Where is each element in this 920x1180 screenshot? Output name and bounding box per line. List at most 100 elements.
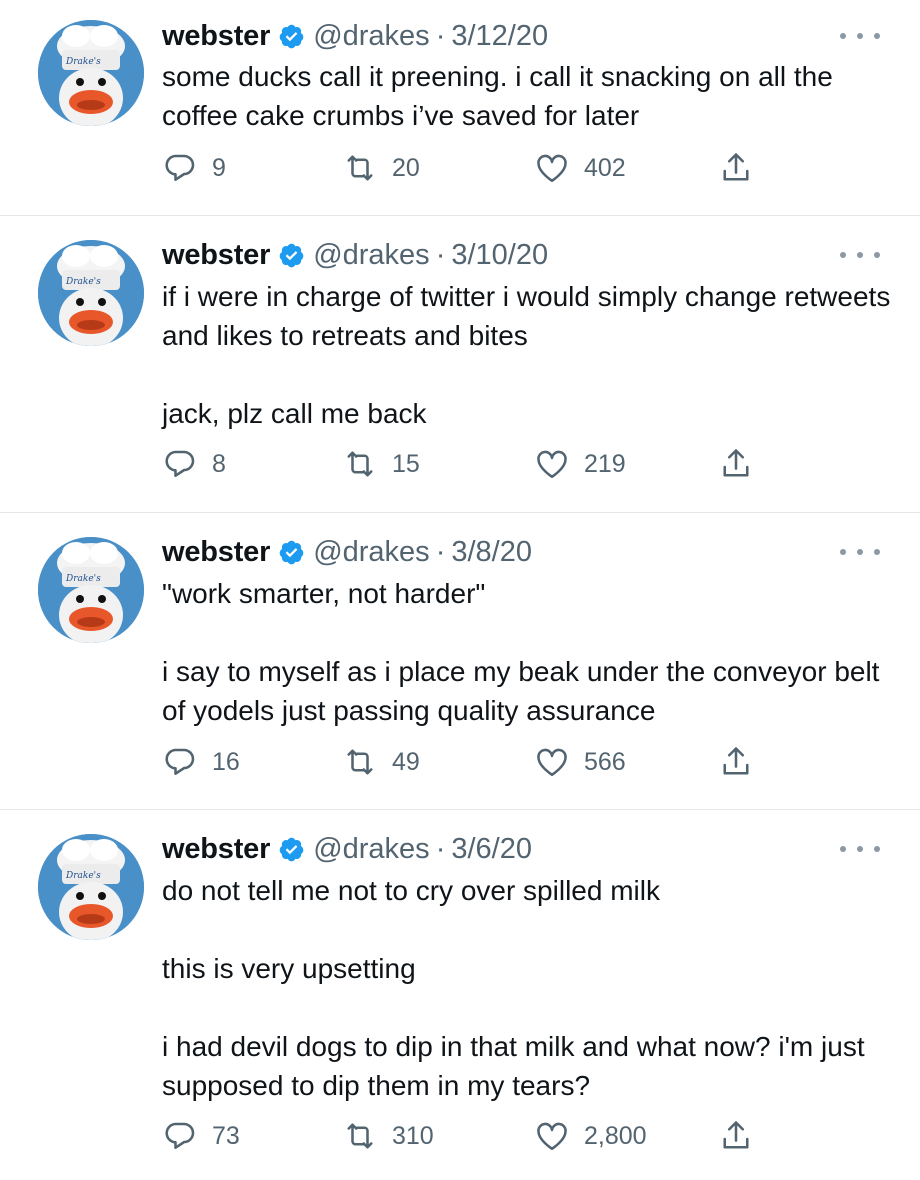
duck-chef-avatar-image: Drake's — [38, 240, 144, 346]
verified-badge-icon — [279, 24, 304, 48]
like-count: 2,800 — [584, 1121, 647, 1150]
tweet-text-paragraph: some ducks call it preening. i call it s… — [162, 61, 833, 131]
heart-icon — [537, 154, 567, 183]
retweet-icon — [347, 451, 373, 477]
reply-icon — [165, 154, 195, 181]
reply-icon — [165, 450, 195, 477]
divider — [0, 809, 920, 810]
handle[interactable]: @drakes — [313, 536, 429, 569]
retweet-button[interactable]: 310 — [342, 1116, 434, 1156]
reply-button[interactable]: 9 — [162, 148, 226, 188]
tweet-header: webster @drakes · 3/10/20 — [162, 235, 548, 275]
retweet-icon — [347, 749, 373, 775]
divider — [0, 215, 920, 216]
tweet-actions: 73 310 2,800 — [162, 1116, 762, 1156]
share-button[interactable] — [718, 148, 754, 188]
tweet-text: if i were in charge of twitter i would s… — [162, 277, 892, 433]
reply-count: 16 — [212, 747, 240, 776]
reply-button[interactable]: 16 — [162, 742, 240, 782]
share-button[interactable] — [718, 1116, 754, 1156]
divider — [0, 512, 920, 513]
retweet-count: 20 — [392, 153, 420, 182]
retweet-icon — [347, 1123, 373, 1149]
like-count: 219 — [584, 449, 626, 478]
retweet-count: 15 — [392, 449, 420, 478]
reply-icon — [165, 748, 195, 775]
share-button[interactable] — [718, 742, 754, 782]
share-button[interactable] — [718, 444, 754, 484]
separator: · — [435, 19, 446, 52]
display-name[interactable]: webster — [162, 20, 270, 53]
tweet-date[interactable]: 3/6/20 — [451, 833, 532, 866]
tweet-date[interactable]: 3/10/20 — [451, 239, 548, 272]
verified-badge-icon — [279, 837, 304, 861]
like-count: 402 — [584, 153, 626, 182]
tweet-text: "work smarter, not harder" i say to myse… — [162, 574, 892, 730]
reply-icon — [165, 1122, 195, 1149]
display-name[interactable]: webster — [162, 536, 270, 569]
tweet-header: webster @drakes · 3/6/20 — [162, 829, 532, 869]
reply-count: 8 — [212, 449, 226, 478]
handle[interactable]: @drakes — [313, 833, 429, 866]
share-icon — [723, 449, 749, 477]
more-options-icon[interactable] — [840, 245, 880, 265]
handle[interactable]: @drakes — [313, 20, 429, 53]
separator: · — [435, 238, 446, 271]
heart-icon — [537, 1122, 567, 1151]
tweet-date[interactable]: 3/12/20 — [451, 20, 548, 53]
more-options-icon[interactable] — [840, 542, 880, 562]
reply-button[interactable]: 8 — [162, 444, 226, 484]
like-count: 566 — [584, 747, 626, 776]
tweet-actions: 9 20 402 — [162, 148, 762, 188]
avatar[interactable]: Drake's — [38, 240, 144, 346]
duck-chef-avatar-image: Drake's — [38, 20, 144, 126]
share-icon — [723, 747, 749, 775]
like-button[interactable]: 402 — [534, 148, 626, 188]
verified-badge-icon — [279, 243, 304, 267]
tweet-text-paragraph: jack, plz call me back — [162, 398, 427, 429]
reply-button[interactable]: 73 — [162, 1116, 240, 1156]
retweet-count: 310 — [392, 1121, 434, 1150]
retweet-button[interactable]: 49 — [342, 742, 420, 782]
handle[interactable]: @drakes — [313, 239, 429, 272]
tweet-header: webster @drakes · 3/12/20 — [162, 16, 548, 56]
share-icon — [723, 1121, 749, 1149]
tweet-text: do not tell me not to cry over spilled m… — [162, 871, 892, 1105]
tweet-actions: 16 49 566 — [162, 742, 762, 782]
tweet-text-paragraph: do not tell me not to cry over spilled m… — [162, 875, 660, 906]
like-button[interactable]: 2,800 — [534, 1116, 647, 1156]
tweet-text-paragraph: this is very upsetting — [162, 953, 416, 984]
retweet-icon — [347, 155, 373, 181]
display-name[interactable]: webster — [162, 833, 270, 866]
avatar-brand-text: Drake's — [65, 277, 101, 287]
duck-chef-avatar-image: Drake's — [38, 537, 144, 643]
share-icon — [723, 153, 749, 181]
more-options-icon[interactable] — [840, 26, 880, 46]
more-options-icon[interactable] — [840, 839, 880, 859]
duck-chef-avatar-image: Drake's — [38, 834, 144, 940]
tweet-text-paragraph: "work smarter, not harder" — [162, 578, 486, 609]
retweet-count: 49 — [392, 747, 420, 776]
avatar[interactable]: Drake's — [38, 537, 144, 643]
avatar[interactable]: Drake's — [38, 20, 144, 126]
tweet-header: webster @drakes · 3/8/20 — [162, 532, 532, 572]
reply-count: 9 — [212, 153, 226, 182]
heart-icon — [537, 450, 567, 479]
tweet-text-paragraph: i had devil dogs to dip in that milk and… — [162, 1031, 865, 1101]
tweet-actions: 8 15 219 — [162, 444, 762, 484]
separator: · — [435, 535, 446, 568]
avatar-brand-text: Drake's — [65, 57, 101, 67]
tweet-text: some ducks call it preening. i call it s… — [162, 57, 892, 135]
reply-count: 73 — [212, 1121, 240, 1150]
tweet-text-paragraph: i say to myself as i place my beak under… — [162, 656, 880, 726]
like-button[interactable]: 566 — [534, 742, 626, 782]
like-button[interactable]: 219 — [534, 444, 626, 484]
verified-badge-icon — [279, 540, 304, 564]
retweet-button[interactable]: 15 — [342, 444, 420, 484]
retweet-button[interactable]: 20 — [342, 148, 420, 188]
display-name[interactable]: webster — [162, 239, 270, 272]
separator: · — [435, 832, 446, 865]
tweet-date[interactable]: 3/8/20 — [451, 536, 532, 569]
avatar[interactable]: Drake's — [38, 834, 144, 940]
avatar-brand-text: Drake's — [65, 574, 101, 584]
